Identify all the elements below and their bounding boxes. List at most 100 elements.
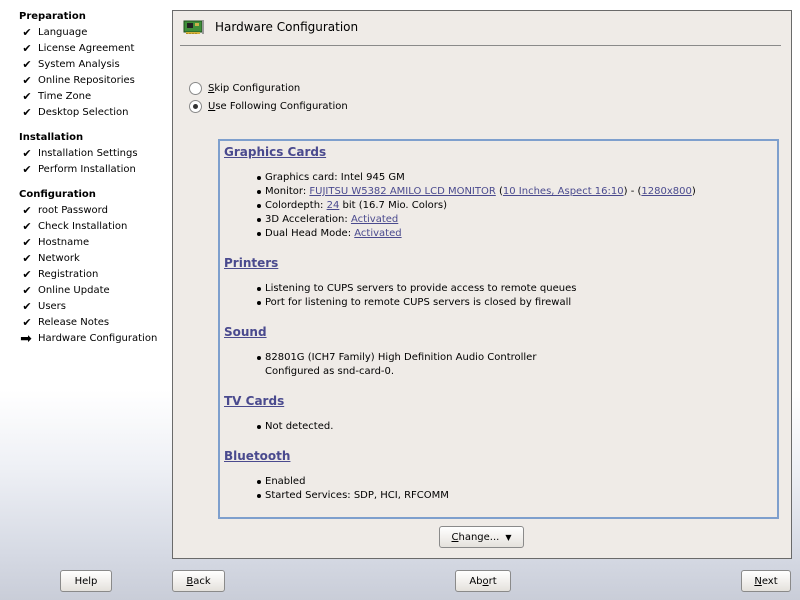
sidebar-item-label: Online Update (38, 285, 110, 296)
sidebar-item-hostname: ✔ Hostname (19, 235, 170, 251)
sound-list: 82801G (ICH7 Family) High Definition Aud… (224, 351, 777, 379)
hardware-card-icon (183, 20, 204, 34)
radio-label: Use Following Configuration (208, 100, 348, 112)
sidebar-heading: Preparation (19, 11, 86, 22)
list-item: Monitor: FUJITSU W5382 AMILO LCD MONITOR… (257, 185, 777, 199)
sidebar-item-online-repositories: ✔ Online Repositories (19, 73, 170, 89)
tv-cards-heading-link[interactable]: TV Cards (224, 393, 777, 410)
abort-button[interactable]: Abort (455, 570, 511, 592)
list-item: Not detected. (257, 420, 777, 434)
sidebar-section-installation: Installation ✔ Installation Settings ✔ Per… (19, 131, 170, 178)
sidebar-item-label: Check Installation (38, 221, 128, 232)
3d-acceleration-link[interactable]: Activated (351, 214, 398, 225)
sidebar-item-label: License Agreement (38, 43, 135, 54)
list-item-detail: Configured as snd-card-0. (265, 366, 395, 377)
printers-list: Listening to CUPS servers to provide acc… (224, 282, 777, 310)
list-item: Graphics card: Intel 945 GM (257, 171, 777, 185)
graphics-section: Graphics Cards Graphics card: Intel 945 … (224, 144, 777, 241)
button-label: Back (186, 575, 211, 587)
sidebar-section-preparation: Preparation ✔ Language ✔ License Agreement… (19, 10, 170, 121)
sidebar-item-license-agreement: ✔ License Agreement (19, 41, 170, 57)
checkmark-icon: ✔ (22, 268, 32, 281)
sidebar-item-label: Perform Installation (38, 164, 136, 175)
button-label: Change... (451, 531, 500, 543)
checkmark-icon: ✔ (22, 74, 32, 87)
checkmark-icon: ✔ (22, 90, 32, 103)
checkmark-icon: ✔ (22, 204, 32, 217)
chevron-down-icon: ▼ (505, 532, 512, 542)
list-item: Dual Head Mode: Activated (257, 227, 777, 241)
sidebar-item-language: ✔ Language (19, 25, 170, 41)
graphics-list: Graphics card: Intel 945 GM Monitor: FUJ… (224, 171, 777, 241)
sidebar-item-label: Language (38, 27, 88, 38)
checkmark-icon: ✔ (22, 42, 32, 55)
list-item: Colordepth: 24 bit (16.7 Mio. Colors) (257, 199, 777, 213)
radio-indicator[interactable] (189, 99, 202, 113)
sidebar-item-label: Time Zone (38, 91, 92, 102)
graphics-cards-heading-link[interactable]: Graphics Cards (224, 144, 777, 161)
printers-section: Printers Listening to CUPS servers to pr… (224, 255, 777, 310)
sidebar-item-label: Network (38, 253, 80, 264)
help-button[interactable]: Help (60, 570, 112, 592)
sidebar-item-release-notes: ✔ Release Notes (19, 315, 170, 331)
monitor-size-link[interactable]: 10 Inches, Aspect 16:10 (503, 186, 624, 197)
checkmark-icon: ✔ (22, 236, 32, 249)
sidebar-item-installation-settings: ✔ Installation Settings (19, 146, 170, 162)
sidebar-item-label: Registration (38, 269, 99, 280)
checkmark-icon: ✔ (22, 300, 32, 313)
button-label: Next (754, 575, 778, 587)
sidebar-item-perform-installation: ✔ Perform Installation (19, 162, 170, 178)
monitor-link[interactable]: FUJITSU W5382 AMILO LCD MONITOR (309, 186, 495, 197)
sidebar-item-label: root Password (38, 205, 108, 216)
dual-head-mode-link[interactable]: Activated (354, 228, 401, 239)
bluetooth-list: Enabled Started Services: SDP, HCI, RFCO… (224, 475, 777, 503)
list-item: Started Services: SDP, HCI, RFCOMM (257, 489, 777, 503)
use-following-configuration-radio[interactable]: Use Following Configuration (189, 99, 348, 113)
sidebar-section-configuration: Configuration ✔ root Password ✔ Check Inst… (19, 188, 170, 347)
sidebar-item-label: Users (38, 301, 67, 312)
checkmark-icon: ✔ (22, 284, 32, 297)
sidebar-item-check-installation: ✔ Check Installation (19, 219, 170, 235)
sidebar-item-label: Release Notes (38, 317, 110, 328)
checkmark-icon: ✔ (22, 163, 32, 176)
skip-configuration-radio[interactable]: Skip Configuration (189, 81, 300, 95)
radio-indicator[interactable] (189, 81, 202, 95)
checkmark-icon: ✔ (22, 316, 32, 329)
title-divider (180, 45, 781, 46)
sidebar-item-online-update: ✔ Online Update (19, 283, 170, 299)
sidebar-item-network: ✔ Network (19, 251, 170, 267)
checkmark-icon: ✔ (22, 106, 32, 119)
change-button[interactable]: Change... ▼ (439, 526, 524, 548)
hardware-summary: Graphics Cards Graphics card: Intel 945 … (218, 139, 779, 519)
sidebar-item-time-zone: ✔ Time Zone (19, 89, 170, 105)
sidebar-item-desktop-selection: ✔ Desktop Selection (19, 105, 170, 121)
bluetooth-section: Bluetooth Enabled Started Services: SDP,… (224, 448, 777, 503)
sidebar-item-label: Hostname (38, 237, 90, 248)
list-item: Enabled (257, 475, 777, 489)
installation-steps-sidebar: Preparation ✔ Language ✔ License Agreement… (0, 0, 170, 560)
list-item: 82801G (ICH7 Family) High Definition Aud… (257, 351, 777, 365)
back-button[interactable]: Back (172, 570, 225, 592)
list-item: Listening to CUPS servers to provide acc… (257, 282, 777, 296)
colordepth-link[interactable]: 24 (327, 200, 340, 211)
resolution-link[interactable]: 1280x800 (641, 186, 691, 197)
list-item: 3D Acceleration: Activated (257, 213, 777, 227)
sound-heading-link[interactable]: Sound (224, 324, 777, 341)
main-panel: Hardware Configuration Skip Configuratio… (172, 10, 792, 559)
sidebar-item-label: Desktop Selection (38, 107, 129, 118)
button-label: Abort (469, 575, 497, 587)
sidebar-item-registration: ✔ Registration (19, 267, 170, 283)
printers-heading-link[interactable]: Printers (224, 255, 777, 272)
sidebar-heading: Installation (19, 132, 84, 143)
sidebar-item-label: Installation Settings (38, 148, 138, 159)
sidebar-item-hardware-configuration: ➡ Hardware Configuration (19, 331, 170, 347)
list-item: Port for listening to remote CUPS server… (257, 296, 777, 310)
next-button[interactable]: Next (741, 570, 791, 592)
bluetooth-heading-link[interactable]: Bluetooth (224, 448, 777, 465)
tv-cards-list: Not detected. (224, 420, 777, 434)
arrow-right-icon: ➡ (20, 331, 32, 347)
tv-cards-section: TV Cards Not detected. (224, 393, 777, 434)
radio-label: Skip Configuration (208, 82, 301, 94)
title-row: Hardware Configuration (183, 15, 358, 39)
checkmark-icon: ✔ (22, 58, 32, 71)
